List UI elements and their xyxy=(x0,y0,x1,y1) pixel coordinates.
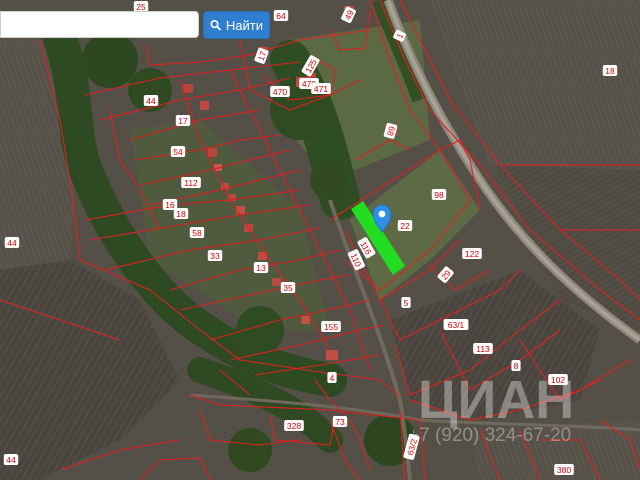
parcel-label: 73 xyxy=(332,416,348,427)
parcel-label: 112 xyxy=(181,177,201,188)
parcel-label-text: 22 xyxy=(400,221,410,231)
search-icon xyxy=(210,20,221,31)
parcel-label-text: 63/1 xyxy=(448,320,465,330)
parcel-label-text: 122 xyxy=(465,249,479,259)
parcel-label-text: 58 xyxy=(192,228,202,238)
parcel-label: 122 xyxy=(462,248,482,259)
parcel-label: 44 xyxy=(143,95,159,106)
watermark-logo: ЦИАН xyxy=(418,370,574,430)
parcel-label: 17 xyxy=(175,115,191,126)
parcel-label-text: 5 xyxy=(404,298,409,308)
parcel-label: 380 xyxy=(554,464,574,475)
satellite-map[interactable]: 2564 491171254704704711844178954112981618… xyxy=(0,0,640,480)
parcel-label-text: 18 xyxy=(176,209,186,219)
parcel-label-text: 470 xyxy=(273,87,287,97)
parcel-label-text: 113 xyxy=(476,344,490,354)
search-button-label: Найти xyxy=(225,17,263,33)
parcel-label-text: 54 xyxy=(173,147,183,157)
parcel-label: 98 xyxy=(431,189,447,200)
parcel-label: 328 xyxy=(284,420,304,431)
parcel-label-text: 13 xyxy=(256,263,266,273)
parcel-label: 13 xyxy=(253,262,269,273)
parcel-label: 35 xyxy=(280,282,296,293)
parcel-label-text: 471 xyxy=(314,84,328,94)
parcel-label-text: 35 xyxy=(283,283,293,293)
watermark: ЦИАН +7 (920) 324-67-20 xyxy=(408,370,574,446)
parcel-label-text: 328 xyxy=(287,421,301,431)
parcel-label: 18 xyxy=(602,65,618,76)
parcel-label-text: 112 xyxy=(184,178,198,188)
parcel-label: 470 xyxy=(270,86,290,97)
parcel-label-text: 44 xyxy=(6,455,16,465)
parcel-label-text: 98 xyxy=(434,190,444,200)
parcel-label-text: 73 xyxy=(335,417,345,427)
parcel-label: 155 xyxy=(321,321,341,332)
parcel-label: 44 xyxy=(4,237,20,248)
parcel-label-text: 18 xyxy=(605,66,615,76)
parcel-label: 22 xyxy=(397,220,413,231)
parcel-label: 113 xyxy=(473,343,493,354)
parcel-label: 18 xyxy=(173,208,189,219)
parcel-label: 4 xyxy=(327,372,337,383)
parcel-label: 58 xyxy=(189,227,205,238)
parcel-label: 5 xyxy=(401,297,411,308)
parcel-label: 63/1 xyxy=(443,319,469,330)
parcel-label-text: 16 xyxy=(165,200,175,210)
parcel-label: 64 xyxy=(273,10,289,21)
search-button[interactable]: Найти xyxy=(203,11,270,39)
parcel-label-text: 155 xyxy=(324,322,338,332)
parcel-label: 471 xyxy=(311,83,331,94)
search-input[interactable] xyxy=(0,11,199,38)
parcel-label-text: 44 xyxy=(7,238,17,248)
parcel-label-text: 4 xyxy=(330,373,335,383)
parcel-label-text: 64 xyxy=(276,11,286,21)
parcel-label: 33 xyxy=(207,250,223,261)
parcel-label-text: 33 xyxy=(210,251,220,261)
parcel-label: 54 xyxy=(170,146,186,157)
watermark-phone: +7 (920) 324-67-20 xyxy=(408,425,571,446)
parcel-label-text: 380 xyxy=(557,465,571,475)
parcel-label-text: 44 xyxy=(146,96,156,106)
parcel-label: 44 xyxy=(3,454,19,465)
parcel-label-text: 17 xyxy=(178,116,188,126)
